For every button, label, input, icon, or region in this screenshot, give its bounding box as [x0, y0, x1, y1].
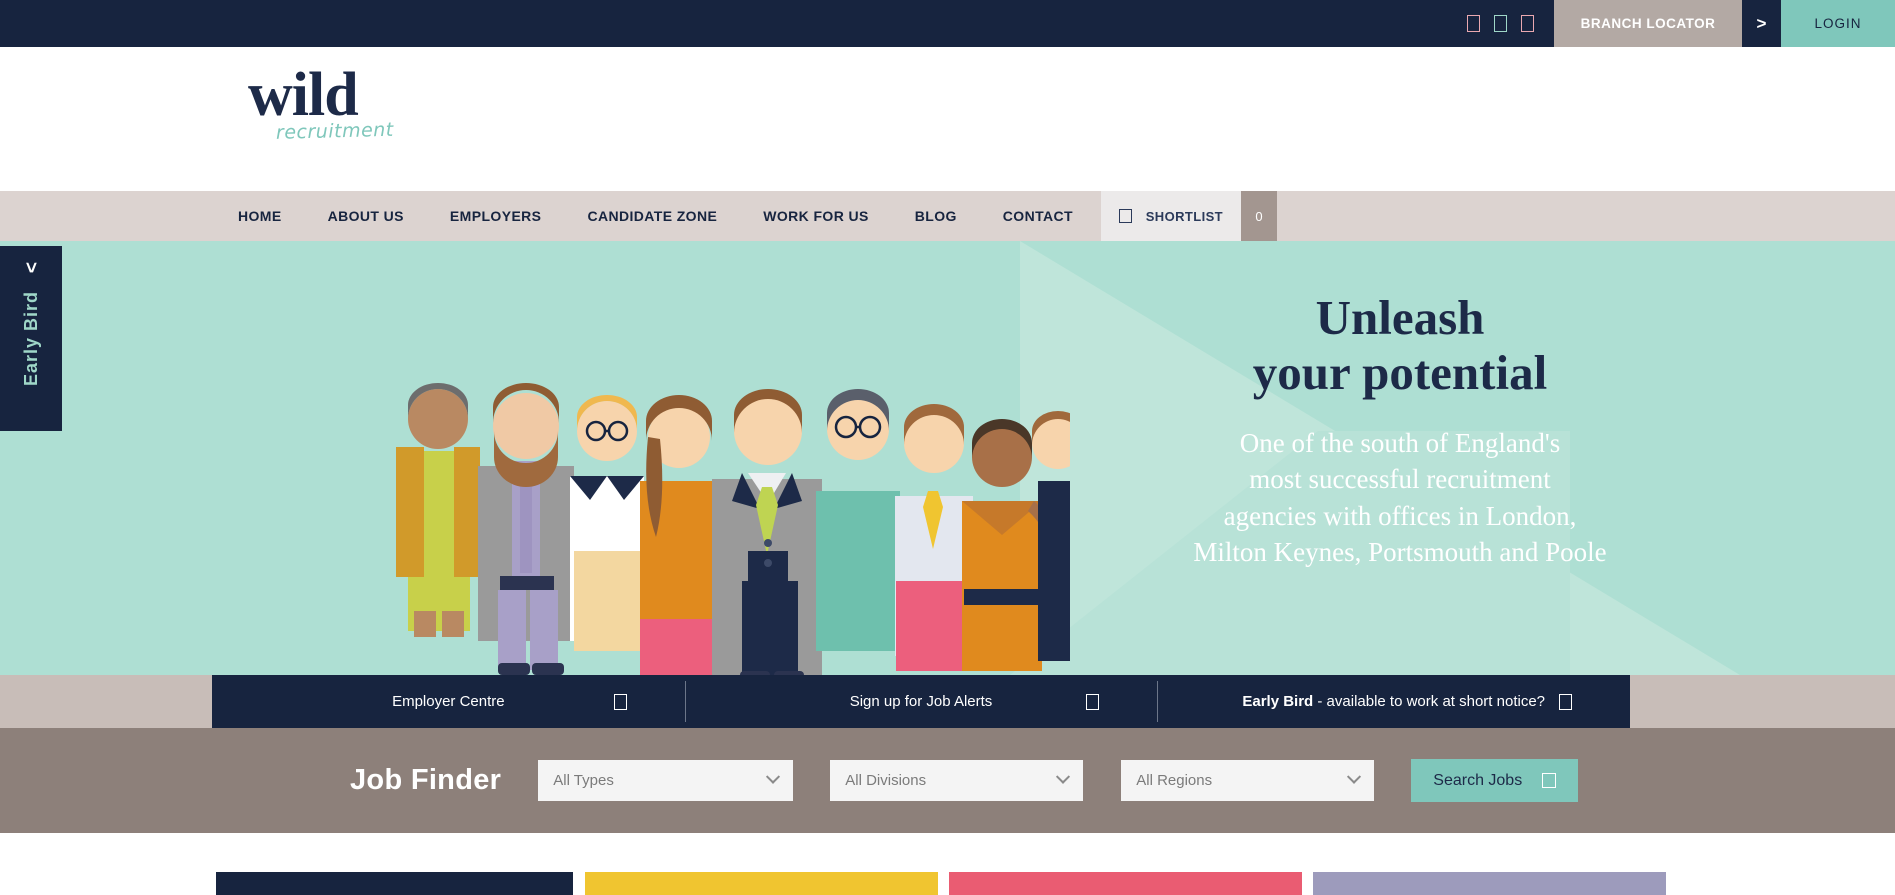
- hero-subtitle-line-2: most successful recruitment: [1249, 464, 1551, 495]
- hero-title: Unleash your potential: [1150, 290, 1650, 401]
- chevron-down-icon: [1056, 769, 1071, 784]
- early-bird-side-tab-label: Early Bird: [20, 291, 41, 387]
- cta-early-bird[interactable]: Early Bird - available to work at short …: [1157, 675, 1630, 728]
- nav-item-candidate-zone[interactable]: CANDIDATE ZONE: [564, 208, 740, 224]
- shortlist-label: SHORTLIST: [1145, 208, 1223, 224]
- site-logo[interactable]: wild recruitment: [248, 61, 418, 144]
- job-type-select[interactable]: All Types: [538, 760, 794, 801]
- promo-tile-yellow[interactable]: [585, 872, 938, 895]
- division-select[interactable]: All Divisions: [830, 760, 1084, 801]
- nav-item-list: HOME ABOUT US EMPLOYERS CANDIDATE ZONE W…: [215, 208, 1096, 224]
- promo-tile-navy[interactable]: [216, 872, 573, 895]
- social-links: [1467, 0, 1554, 47]
- nav-item-blog[interactable]: BLOG: [892, 208, 980, 224]
- early-bird-icon: [1559, 693, 1573, 710]
- cta-employer-centre[interactable]: Employer Centre: [212, 675, 685, 728]
- branch-locator-button[interactable]: BRANCH LOCATOR: [1554, 0, 1742, 47]
- job-finder-bar: Job Finder All Types All Divisions All R…: [0, 728, 1895, 833]
- region-select-value: All Regions: [1136, 772, 1213, 789]
- cta-early-bird-rest: - available to work at short notice?: [1313, 693, 1546, 710]
- division-select-value: All Divisions: [845, 772, 927, 789]
- job-type-select-value: All Types: [553, 772, 614, 789]
- cta-strip-inner: Employer Centre Sign up for Job Alerts E…: [212, 675, 1630, 728]
- cta-strip: Employer Centre Sign up for Job Alerts E…: [0, 675, 1895, 728]
- facebook-icon[interactable]: [1467, 15, 1480, 32]
- hero-subtitle-line-1: One of the south of England's: [1239, 427, 1561, 458]
- hero-text-block: Unleash your potential One of the south …: [1150, 290, 1650, 571]
- nav-item-contact[interactable]: CONTACT: [980, 208, 1096, 224]
- cta-job-alerts-label: Sign up for Job Alerts: [849, 693, 993, 710]
- hero-banner: Unleash your potential One of the south …: [0, 241, 1895, 675]
- search-icon: [1542, 773, 1557, 788]
- branch-locator-chevron-icon[interactable]: >: [1742, 0, 1781, 47]
- twitter-icon[interactable]: [1494, 15, 1507, 32]
- shortlist-count-badge: 0: [1241, 191, 1277, 241]
- hero-subtitle-line-3: agencies with offices in London,: [1223, 500, 1577, 531]
- promo-tile-row: [0, 872, 1895, 895]
- search-jobs-button[interactable]: Search Jobs: [1411, 759, 1579, 802]
- chevron-down-icon: [766, 769, 781, 784]
- linkedin-icon[interactable]: [1521, 15, 1534, 32]
- hero-title-line-2: your potential: [1252, 344, 1548, 400]
- cta-job-alerts[interactable]: Sign up for Job Alerts: [684, 675, 1158, 728]
- hero-people-illustration: [390, 251, 1070, 675]
- nav-item-about-us[interactable]: ABOUT US: [305, 208, 427, 224]
- main-navigation: HOME ABOUT US EMPLOYERS CANDIDATE ZONE W…: [0, 191, 1895, 241]
- region-select[interactable]: All Regions: [1121, 760, 1375, 801]
- chevron-down-icon: [1347, 769, 1362, 784]
- job-finder-title: Job Finder: [350, 764, 502, 796]
- shortlist-icon: [1118, 209, 1132, 223]
- cta-early-bird-bold: Early Bird: [1242, 693, 1314, 710]
- shortlist-button[interactable]: SHORTLIST: [1100, 191, 1241, 241]
- chevron-right-icon: >: [20, 261, 42, 274]
- nav-item-employers[interactable]: EMPLOYERS: [427, 208, 565, 224]
- search-jobs-label: Search Jobs: [1433, 771, 1523, 789]
- top-utility-bar: BRANCH LOCATOR > LOGIN: [0, 0, 1895, 47]
- nav-item-work-for-us[interactable]: WORK FOR US: [740, 208, 892, 224]
- early-bird-side-tab[interactable]: > Early Bird: [0, 246, 62, 431]
- shortlist-widget[interactable]: SHORTLIST 0: [1100, 191, 1277, 241]
- logo-tagline: recruitment: [275, 118, 394, 144]
- cta-employer-centre-label: Employer Centre: [392, 693, 505, 710]
- page-root: BRANCH LOCATOR > LOGIN wild recruitment …: [0, 0, 1895, 895]
- promo-tile-purple[interactable]: [1313, 872, 1666, 895]
- hero-title-line-1: Unleash: [1315, 290, 1485, 345]
- logo-wordmark: wild: [248, 61, 359, 129]
- promo-tile-pink[interactable]: [949, 872, 1302, 895]
- logo-header: wild recruitment: [0, 47, 1895, 191]
- nav-item-home[interactable]: HOME: [215, 208, 305, 224]
- hero-subtitle-line-4: Milton Keynes, Portsmouth and Poole: [1193, 537, 1607, 568]
- employer-centre-icon: [613, 693, 627, 710]
- hero-subtitle: One of the south of England's most succe…: [1150, 425, 1650, 571]
- cta-early-bird-label: Early Bird - available to work at short …: [1242, 693, 1545, 710]
- login-button[interactable]: LOGIN: [1781, 0, 1895, 47]
- job-alerts-icon: [1086, 693, 1100, 710]
